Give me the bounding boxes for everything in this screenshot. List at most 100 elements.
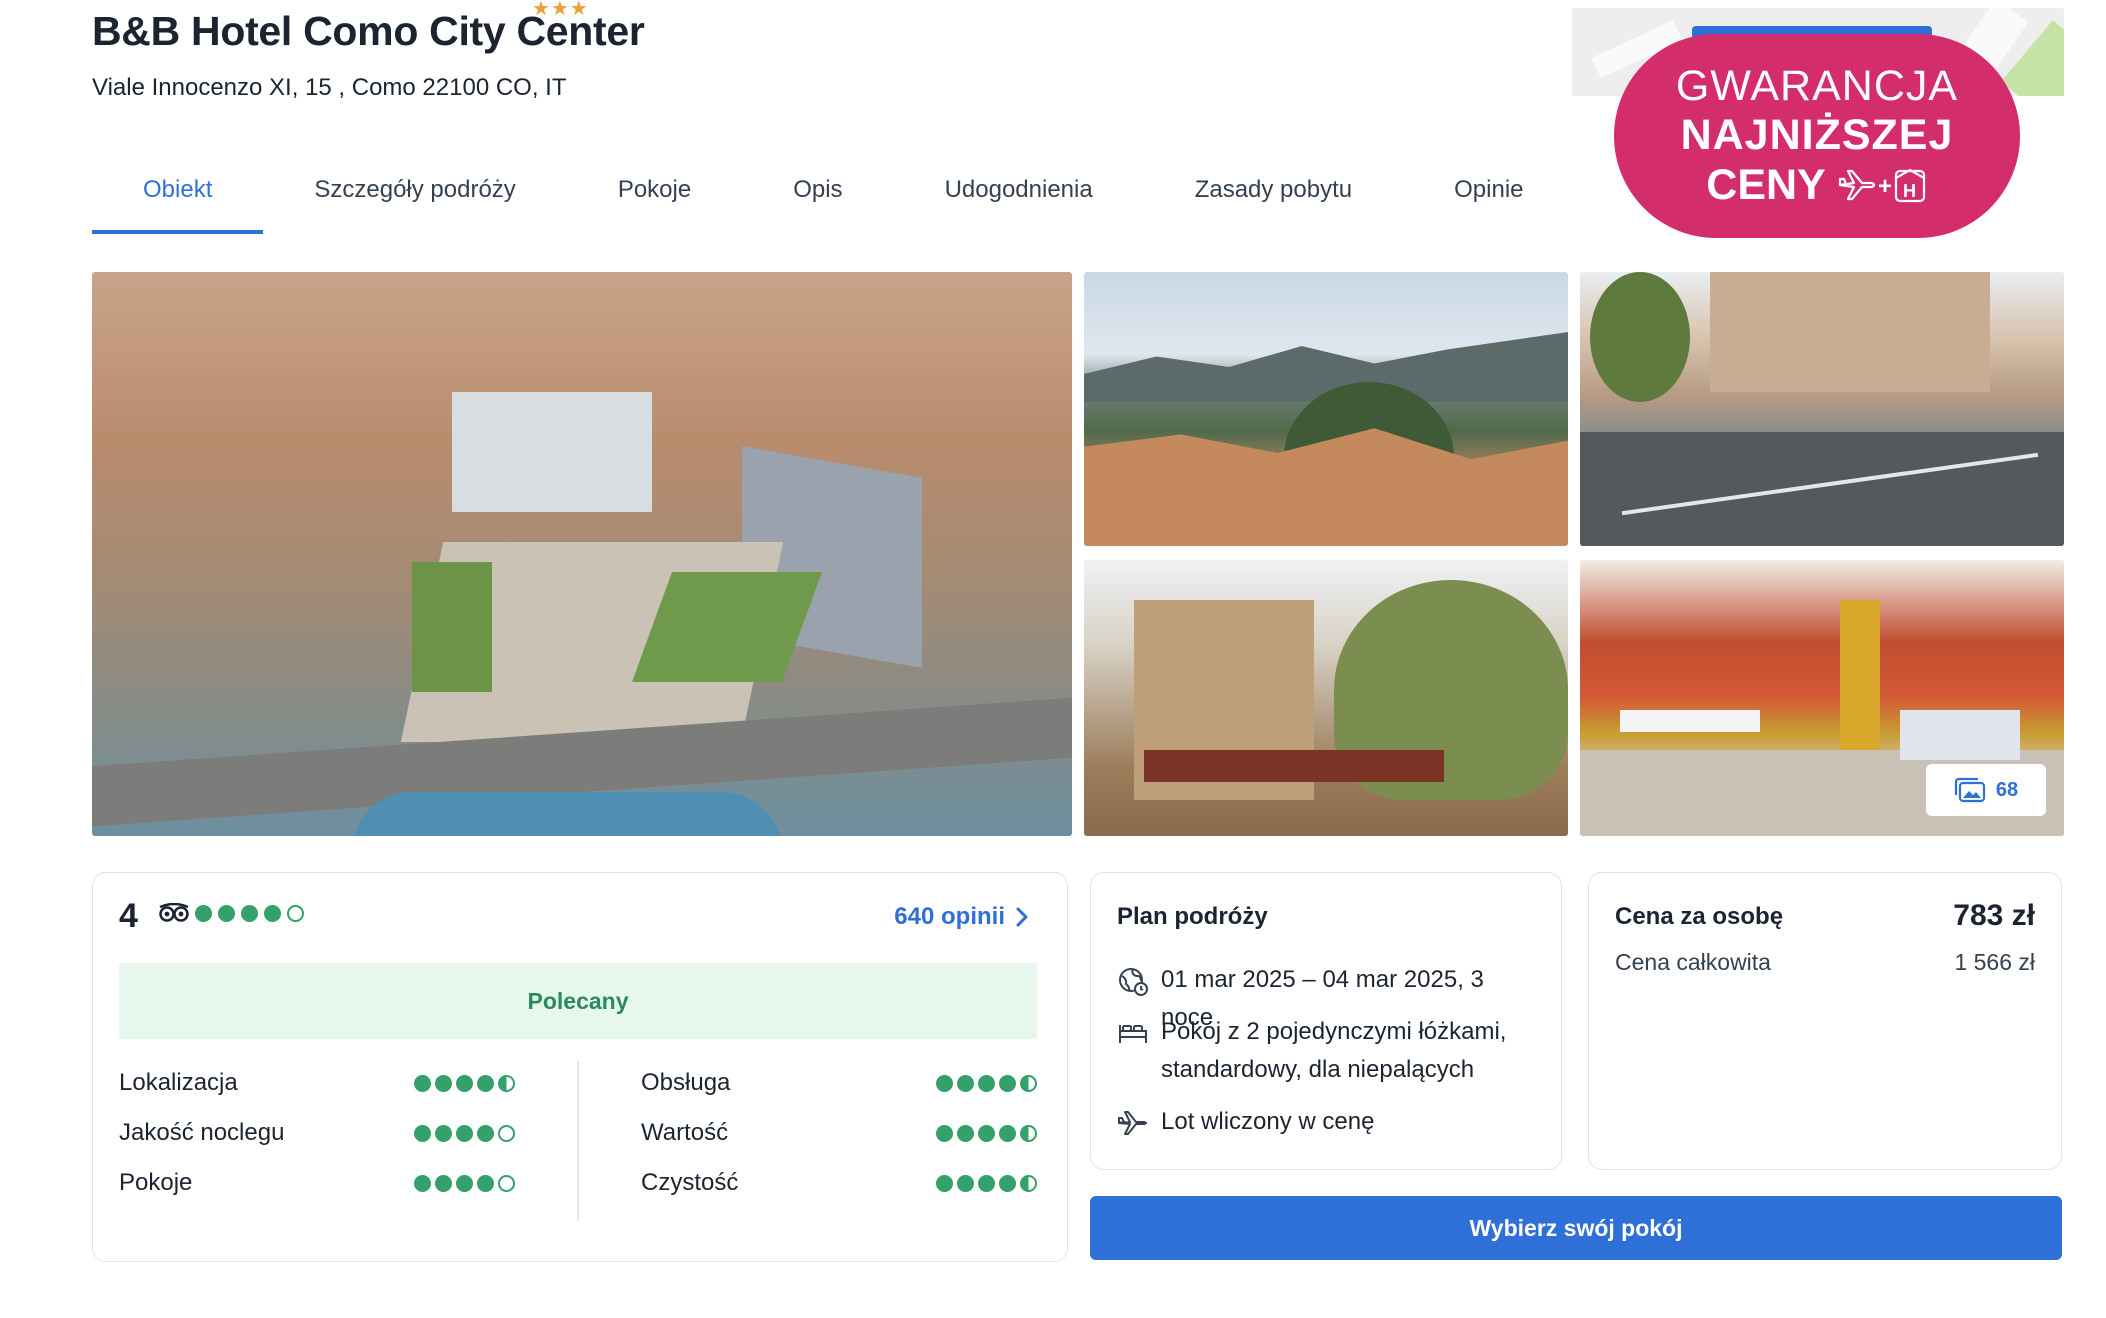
tab-udogodnienia[interactable]: Udogodnienia	[894, 160, 1144, 234]
photo-hotel-sign	[1144, 750, 1444, 782]
photo-street-view[interactable]	[1580, 272, 2064, 546]
photo-building	[1710, 272, 1990, 392]
rating-dot-full	[957, 1124, 974, 1142]
chevron-right-icon	[1016, 907, 1028, 927]
rating-dots	[414, 1074, 515, 1092]
hotel-stars: ★★★	[532, 0, 589, 20]
rating-category-label: Wartość	[641, 1119, 729, 1146]
photo-sofa	[1900, 710, 2020, 760]
price-per-person-label: Cena za osobę	[1615, 903, 1784, 930]
rating-dot-full	[978, 1074, 995, 1092]
rating-category-wartosc: Wartość	[641, 1119, 1037, 1147]
rating-dot-full	[999, 1124, 1016, 1142]
price-total-label: Cena całkowita	[1615, 949, 1771, 975]
rating-dots	[936, 1124, 1037, 1142]
rating-dots	[414, 1174, 515, 1192]
section-tabs: Obiekt Szczegóły podróży Pokoje Opis Udo…	[92, 160, 1575, 234]
rating-dot-full	[241, 904, 258, 922]
tab-obiekt[interactable]: Obiekt	[92, 160, 264, 234]
trip-plan-title: Plan podróży	[1117, 903, 1268, 930]
price-card: Cena za osobę 783 zł Cena całkowita 1 56…	[1588, 872, 2062, 1170]
tab-zasady-pobytu[interactable]: Zasady pobytu	[1144, 160, 1403, 234]
rating-dot-half	[1020, 1174, 1037, 1192]
photo-hotel-exterior[interactable]	[1084, 560, 1568, 836]
rating-dot-full	[195, 904, 212, 922]
photo-lake	[352, 792, 782, 836]
rating-dot-full	[936, 1074, 953, 1092]
rating-divider	[577, 1061, 579, 1221]
rating-category-label: Obsługa	[641, 1069, 731, 1096]
trip-room: Pokój z 2 pojedynczymi łóżkami, standard…	[1117, 1013, 1537, 1089]
photo-mountain-view[interactable]	[1084, 272, 1568, 546]
rating-dot-empty	[498, 1124, 515, 1142]
rating-dot-full	[435, 1174, 452, 1192]
rating-dot-full	[477, 1124, 494, 1142]
rating-dot-half	[1020, 1074, 1037, 1092]
rating-dots	[414, 1124, 515, 1142]
rating-dot-full	[978, 1174, 995, 1192]
rating-card: 4 640 opinii Polecany Lokalizacja Jakość…	[92, 872, 1068, 1262]
price-per-person-value: 783 zł	[1953, 899, 2035, 932]
photo-pillar	[1840, 600, 1880, 770]
main-photo-aerial-view[interactable]	[92, 272, 1072, 836]
rating-dot-full	[957, 1174, 974, 1192]
tab-opis[interactable]: Opis	[742, 160, 893, 234]
rating-score: 4	[119, 897, 138, 935]
rating-dot-full	[999, 1074, 1016, 1092]
photo-table	[1620, 710, 1760, 732]
rating-category-lokalizacja: Lokalizacja	[119, 1069, 515, 1097]
plane-plus-hotel-icon: + H	[1838, 168, 1925, 203]
photo-count: 68	[1995, 778, 2019, 801]
photo-building	[452, 392, 652, 512]
rating-dot-half	[1020, 1124, 1037, 1142]
rating-dot-full	[435, 1124, 452, 1142]
rating-category-pokoje: Pokoje	[119, 1169, 515, 1197]
rating-category-czystosc: Czystość	[641, 1169, 1037, 1197]
rating-dot-full	[218, 904, 235, 922]
badge-line-3-text: CENY	[1706, 161, 1826, 209]
trip-flight: Lot wliczony w cenę	[1117, 1103, 1537, 1141]
rating-category-label: Czystość	[641, 1169, 739, 1196]
rating-dot-full	[978, 1124, 995, 1142]
badge-line-1: GWARANCJA	[1675, 62, 1959, 110]
rating-dot-full	[957, 1074, 974, 1092]
photo-park	[412, 562, 492, 692]
lowest-price-guarantee-badge: GWARANCJA NAJNIŻSZEJ CENY + H	[1614, 34, 2020, 238]
choose-room-button[interactable]: Wybierz swój pokój	[1090, 1196, 2062, 1260]
tab-szczegoly-podrozy[interactable]: Szczegóły podróży	[263, 160, 566, 234]
bed-icon	[1119, 1025, 1147, 1043]
photo-tree	[1590, 272, 1690, 402]
rating-dot-full	[936, 1124, 953, 1142]
reviews-link[interactable]: 640 opinii	[894, 903, 1029, 931]
badge-plus: +	[1878, 173, 1892, 200]
rating-dot-empty	[498, 1174, 515, 1192]
recommended-banner: Polecany	[119, 963, 1037, 1039]
rating-category-label: Pokoje	[119, 1169, 193, 1196]
reviews-link-label: 640 opinii	[894, 903, 1005, 930]
tab-pokoje[interactable]: Pokoje	[567, 160, 742, 234]
tab-opinie[interactable]: Opinie	[1403, 160, 1574, 234]
trip-flight-text: Lot wliczony w cenę	[1161, 1108, 1375, 1135]
badge-line-3: CENY + H	[1614, 160, 2020, 210]
trip-plan-card: Plan podróży 01 mar 2025 – 04 mar 2025, …	[1090, 872, 1562, 1170]
badge-line-2: NAJNIŻSZEJ	[1680, 111, 1954, 159]
badge-h: H	[1903, 181, 1916, 201]
price-total-value: 1 566 zł	[1954, 949, 2035, 975]
rating-dot-half	[498, 1074, 515, 1092]
tripadvisor-rating	[159, 903, 304, 923]
rating-dot-empty	[287, 904, 304, 922]
rating-category-jakosc-noclegu: Jakość noclegu	[119, 1119, 515, 1147]
rating-dot-full	[414, 1124, 431, 1142]
rating-dot-full	[999, 1174, 1016, 1192]
all-photos-button[interactable]: 68	[1926, 764, 2046, 816]
rating-category-label: Lokalizacja	[119, 1069, 238, 1096]
gallery-icon	[1954, 777, 1985, 803]
tripadvisor-owl-icon	[159, 903, 189, 922]
rating-dot-full	[456, 1074, 473, 1092]
rating-dot-full	[477, 1174, 494, 1192]
rating-dot-full	[414, 1074, 431, 1092]
rating-dot-full	[456, 1174, 473, 1192]
rating-dot-full	[936, 1174, 953, 1192]
photo-road	[1580, 432, 2064, 546]
rating-dot-full	[477, 1074, 494, 1092]
